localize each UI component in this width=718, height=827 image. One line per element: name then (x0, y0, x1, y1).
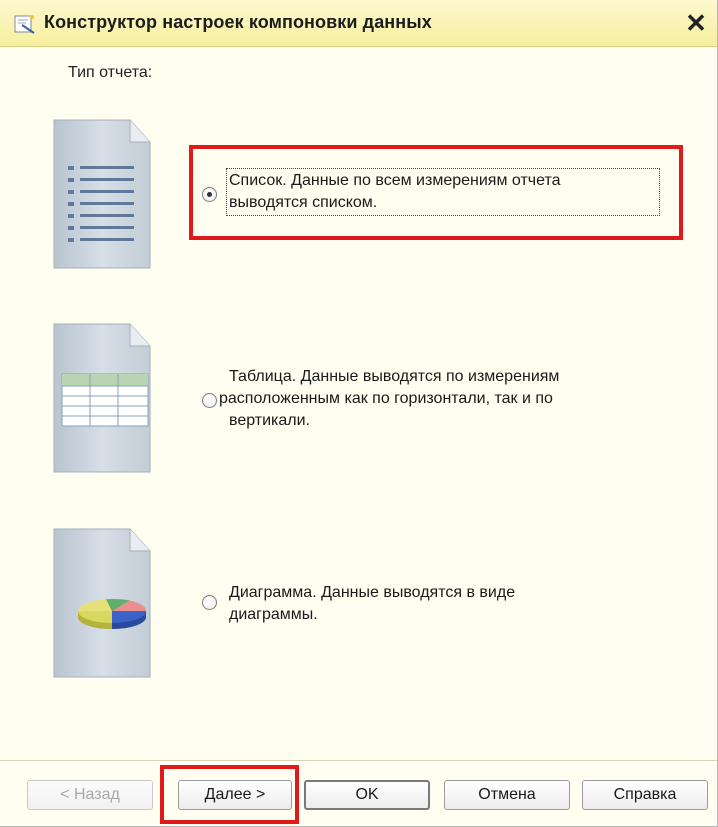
highlight-box-list-option (189, 145, 683, 240)
option-table-text-line3: вертикали. (229, 412, 310, 429)
dialog-window: Конструктор настроек компоновки данных ✕… (0, 0, 718, 827)
close-icon: ✕ (685, 8, 707, 38)
title-bar: Конструктор настроек компоновки данных ✕ (0, 0, 717, 47)
help-button[interactable]: Справка (582, 780, 708, 810)
window-title: Конструктор настроек компоновки данных (44, 12, 432, 32)
option-chart-text-line2: диаграммы. (229, 606, 318, 623)
radio-chart[interactable] (202, 595, 217, 610)
option-table-text-line1: Таблица. Данные выводятся по измерениям (229, 368, 560, 385)
list-document-icon (53, 119, 151, 269)
cancel-button[interactable]: Отмена (444, 780, 570, 810)
chart-document-icon (53, 528, 151, 678)
table-document-icon (53, 323, 151, 473)
report-type-label: Тип отчета: (68, 64, 153, 81)
close-button[interactable]: ✕ (683, 8, 709, 38)
option-chart[interactable]: Диаграмма. Данные выводятся в виде диагр… (200, 582, 660, 628)
option-table[interactable]: Таблица. Данные выводятся по измерениям … (200, 366, 680, 436)
ok-button[interactable]: OK (304, 780, 430, 810)
separator (0, 760, 717, 761)
back-button[interactable]: < Назад (27, 780, 153, 810)
option-chart-text-line1: Диаграмма. Данные выводятся в виде (229, 584, 516, 601)
wizard-icon (14, 15, 35, 34)
radio-table[interactable] (202, 393, 217, 408)
option-table-text-line2: расположенным как по горизонтали, так и … (219, 390, 553, 407)
highlight-box-next-button (160, 765, 299, 824)
